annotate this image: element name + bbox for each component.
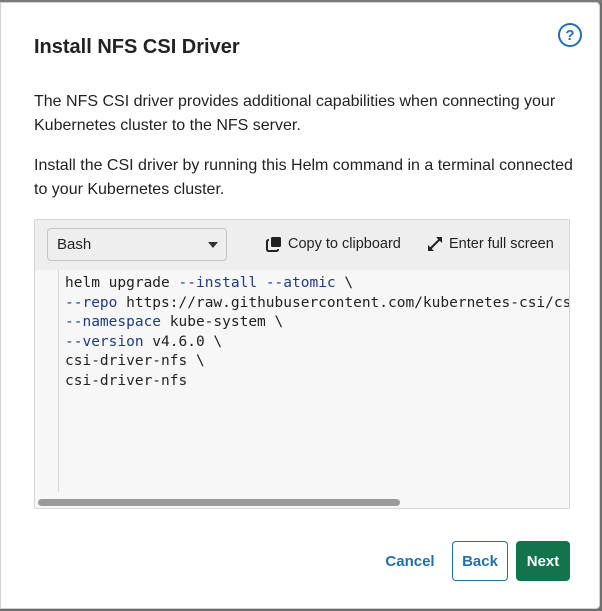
- code-line: helm upgrade --install --atomic \: [65, 274, 569, 294]
- dialog-title: Install NFS CSI Driver: [34, 36, 240, 58]
- code-line: --namespace kube-system \: [65, 313, 569, 333]
- code-flag: --atomic: [265, 275, 336, 291]
- expand-icon: [428, 237, 442, 251]
- code-flag: --install: [178, 275, 258, 291]
- code-flag: --namespace: [65, 314, 162, 330]
- code-line: csi-driver-nfs: [65, 372, 569, 392]
- code-flag: --version: [65, 333, 144, 350]
- code-panel: Bash Copy to clipboard Enter full screen: [34, 219, 570, 509]
- horizontal-scrollbar[interactable]: [35, 496, 569, 508]
- install-dialog: ? Install NFS CSI Driver The NFS CSI dri…: [0, 2, 600, 609]
- code-text: kube-system \: [161, 314, 284, 330]
- code-block: helm upgrade --install --atomic \ --repo …: [65, 274, 570, 392]
- code-text: v4.6.0 \: [143, 333, 223, 350]
- code-text: helm upgrade: [65, 275, 179, 291]
- cancel-button[interactable]: Cancel: [376, 541, 444, 581]
- chevron-down-icon: [208, 242, 218, 248]
- scrollbar-thumb[interactable]: [38, 499, 400, 506]
- code-line: --repo https://raw.githubusercontent.com…: [65, 294, 570, 314]
- next-button[interactable]: Next: [516, 541, 570, 581]
- code-text: csi-driver-nfs \: [65, 353, 205, 369]
- copy-label: Copy to clipboard: [288, 236, 401, 252]
- code-line: csi-driver-nfs \: [65, 352, 569, 372]
- intro-text: The NFS CSI driver provides additional c…: [34, 93, 556, 134]
- question-circle-icon[interactable]: ?: [558, 23, 582, 47]
- code-text: https://raw.githubusercontent.com/kubern…: [117, 294, 570, 311]
- code-text: csi-driver-nfs: [65, 372, 188, 389]
- instruction-text: Install the CSI driver by running this H…: [34, 157, 573, 198]
- fullscreen-label: Enter full screen: [449, 236, 554, 252]
- code-editor[interactable]: helm upgrade --install --atomic \ --repo …: [35, 270, 570, 508]
- help-glyph: ?: [565, 26, 575, 44]
- code-flag: --repo: [65, 294, 118, 311]
- code-text: \: [335, 275, 354, 291]
- language-select[interactable]: Bash: [47, 228, 227, 261]
- back-button[interactable]: Back: [452, 541, 508, 581]
- code-toolbar: Bash Copy to clipboard Enter full screen: [35, 220, 569, 270]
- copy-to-clipboard-button[interactable]: Copy to clipboard: [266, 236, 401, 252]
- copy-icon: [266, 237, 281, 252]
- enter-full-screen-button[interactable]: Enter full screen: [427, 236, 554, 252]
- code-line: --version v4.6.0 \: [65, 333, 569, 353]
- language-select-value: Bash: [57, 236, 92, 253]
- line-gutter: [35, 270, 59, 492]
